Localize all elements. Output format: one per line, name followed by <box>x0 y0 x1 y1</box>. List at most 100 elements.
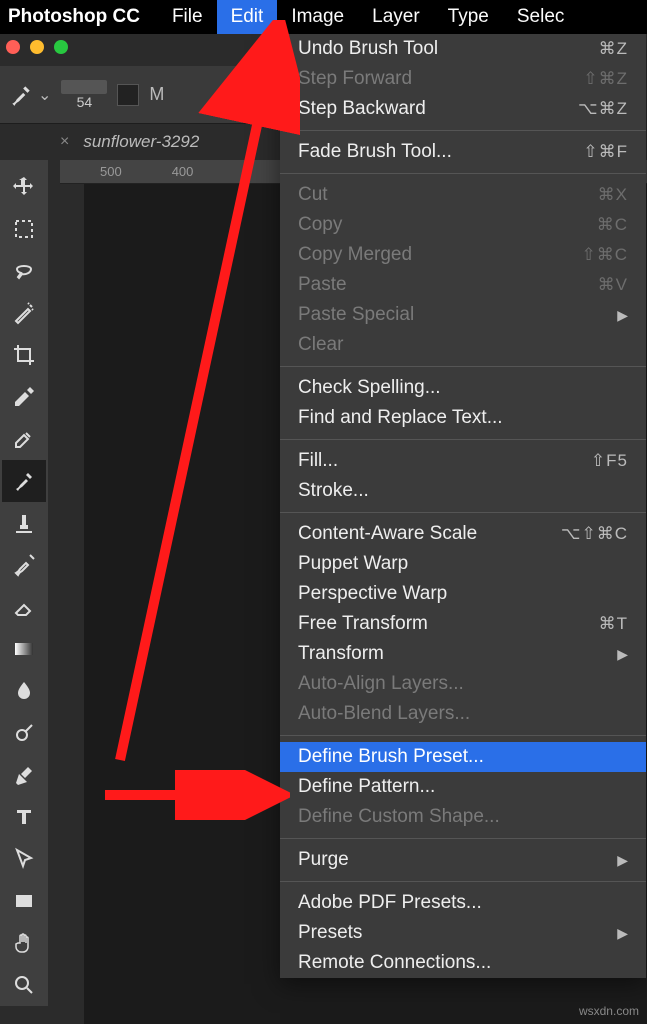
menu-item-presets[interactable]: Presets▶ <box>280 918 646 948</box>
menu-item-perspective-warp[interactable]: Perspective Warp <box>280 579 646 609</box>
tool-blur[interactable] <box>2 670 46 712</box>
mode-label: M <box>149 84 164 105</box>
edit-menu-dropdown: Undo Brush Tool⌘ZStep Forward⇧⌘ZStep Bac… <box>280 34 646 978</box>
menu-item-label: Define Brush Preset... <box>298 746 484 768</box>
tool-type[interactable] <box>2 796 46 838</box>
menu-separator <box>280 130 646 131</box>
tool-rectangle[interactable] <box>2 880 46 922</box>
menu-image[interactable]: Image <box>277 0 358 34</box>
minimize-window-icon[interactable] <box>30 40 44 54</box>
menu-select[interactable]: Selec <box>503 0 579 34</box>
menu-item-label: Transform <box>298 643 384 665</box>
brush-panel-toggle[interactable] <box>117 84 139 106</box>
menu-item-label: Clear <box>298 334 343 356</box>
menu-item-copy: Copy⌘C <box>280 210 646 240</box>
tools-panel <box>0 160 48 1006</box>
menu-item-fill[interactable]: Fill... ⇧F5 <box>280 446 646 476</box>
tool-crop[interactable] <box>2 334 46 376</box>
tool-marquee[interactable] <box>2 208 46 250</box>
menu-item-shortcut: ⇧⌘C <box>581 245 628 265</box>
menu-item-shortcut: ⌥⇧⌘C <box>561 524 628 544</box>
hand-icon <box>12 931 36 955</box>
tool-stamp[interactable] <box>2 502 46 544</box>
tool-hand[interactable] <box>2 922 46 964</box>
submenu-arrow-icon: ▶ <box>617 646 628 663</box>
menu-item-label: Define Custom Shape... <box>298 806 500 828</box>
brush-icon <box>8 82 34 108</box>
path-select-icon <box>12 847 36 871</box>
brush-preset-picker[interactable]: 54 <box>61 80 107 110</box>
document-tab[interactable]: × sunflower-3292 <box>60 124 199 160</box>
tool-brush[interactable] <box>2 460 46 502</box>
tool-pen[interactable] <box>2 754 46 796</box>
menu-item-puppet-warp[interactable]: Puppet Warp <box>280 549 646 579</box>
type-icon <box>12 805 36 829</box>
menu-item-label: Copy Merged <box>298 244 412 266</box>
menu-type[interactable]: Type <box>434 0 503 34</box>
eyedropper-icon <box>12 385 36 409</box>
menu-item-remote-connections[interactable]: Remote Connections... <box>280 948 646 978</box>
tool-preset-picker[interactable]: ⌄ <box>8 82 51 108</box>
submenu-arrow-icon: ▶ <box>617 307 628 324</box>
menu-item-undo-brush-tool[interactable]: Undo Brush Tool⌘Z <box>280 34 646 64</box>
tool-wand[interactable] <box>2 292 46 334</box>
menu-item-clear: Clear <box>280 330 646 360</box>
menu-item-transform[interactable]: Transform ▶ <box>280 639 646 669</box>
menu-item-shortcut: ⌘V <box>598 275 628 295</box>
close-tab-icon[interactable]: × <box>60 133 69 151</box>
menu-item-label: Fill... <box>298 450 338 472</box>
tool-path-select[interactable] <box>2 838 46 880</box>
watermark: wsxdn.com <box>579 1004 639 1018</box>
rectangle-icon <box>12 889 36 913</box>
menu-item-shortcut: ⇧⌘Z <box>583 69 628 89</box>
menu-item-label: Content-Aware Scale <box>298 523 477 545</box>
ruler-tick: 400 <box>172 164 194 179</box>
menu-item-adobe-pdf-presets[interactable]: Adobe PDF Presets... <box>280 888 646 918</box>
pen-icon <box>12 763 36 787</box>
menu-item-label: Purge <box>298 849 349 871</box>
menu-item-define-pattern[interactable]: Define Pattern... <box>280 772 646 802</box>
tab-title: sunflower-3292 <box>83 132 199 152</box>
menu-item-label: Paste Special <box>298 304 414 326</box>
zoom-window-icon[interactable] <box>54 40 68 54</box>
brush-shape-icon <box>61 80 107 94</box>
menu-item-purge[interactable]: Purge▶ <box>280 845 646 875</box>
eraser-icon <box>12 595 36 619</box>
menu-item-auto-align-layers: Auto-Align Layers... <box>280 669 646 699</box>
app-name: Photoshop CC <box>8 6 140 28</box>
tool-history-brush[interactable] <box>2 544 46 586</box>
menu-item-label: Step Backward <box>298 98 426 120</box>
tool-eyedropper[interactable] <box>2 376 46 418</box>
tool-zoom[interactable] <box>2 964 46 1006</box>
tool-gradient[interactable] <box>2 628 46 670</box>
menu-item-define-brush-preset[interactable]: Define Brush Preset... <box>280 742 646 772</box>
menu-item-step-backward[interactable]: Step Backward⌥⌘Z <box>280 94 646 124</box>
ruler-tick: 500 <box>100 164 122 179</box>
menu-item-check-spelling[interactable]: Check Spelling... <box>280 373 646 403</box>
menu-layer[interactable]: Layer <box>358 0 434 34</box>
menu-item-shortcut: ⇧F5 <box>591 451 628 471</box>
menu-edit[interactable]: Edit <box>217 0 278 34</box>
tool-eraser[interactable] <box>2 586 46 628</box>
menu-item-label: Puppet Warp <box>298 553 408 575</box>
menu-item-label: Find and Replace Text... <box>298 407 503 429</box>
zoom-icon <box>12 973 36 997</box>
menu-file[interactable]: File <box>158 0 217 34</box>
tool-move[interactable] <box>2 166 46 208</box>
menu-item-label: Auto-Align Layers... <box>298 673 464 695</box>
menu-item-content-aware-scale[interactable]: Content-Aware Scale ⌥⇧⌘C <box>280 519 646 549</box>
history-brush-icon <box>12 553 36 577</box>
menu-item-label: Auto-Blend Layers... <box>298 703 470 725</box>
menu-item-free-transform[interactable]: Free Transform⌘T <box>280 609 646 639</box>
close-window-icon[interactable] <box>6 40 20 54</box>
menu-item-fade-brush-tool[interactable]: Fade Brush Tool...⇧⌘F <box>280 137 646 167</box>
menu-item-paste-special: Paste Special ▶ <box>280 300 646 330</box>
tool-healing[interactable] <box>2 418 46 460</box>
tool-dodge[interactable] <box>2 712 46 754</box>
blur-icon <box>12 679 36 703</box>
menu-item-stroke[interactable]: Stroke... <box>280 476 646 506</box>
menu-separator <box>280 512 646 513</box>
menu-item-find-and-replace-text[interactable]: Find and Replace Text... <box>280 403 646 433</box>
tool-lasso[interactable] <box>2 250 46 292</box>
menu-item-step-forward: Step Forward⇧⌘Z <box>280 64 646 94</box>
